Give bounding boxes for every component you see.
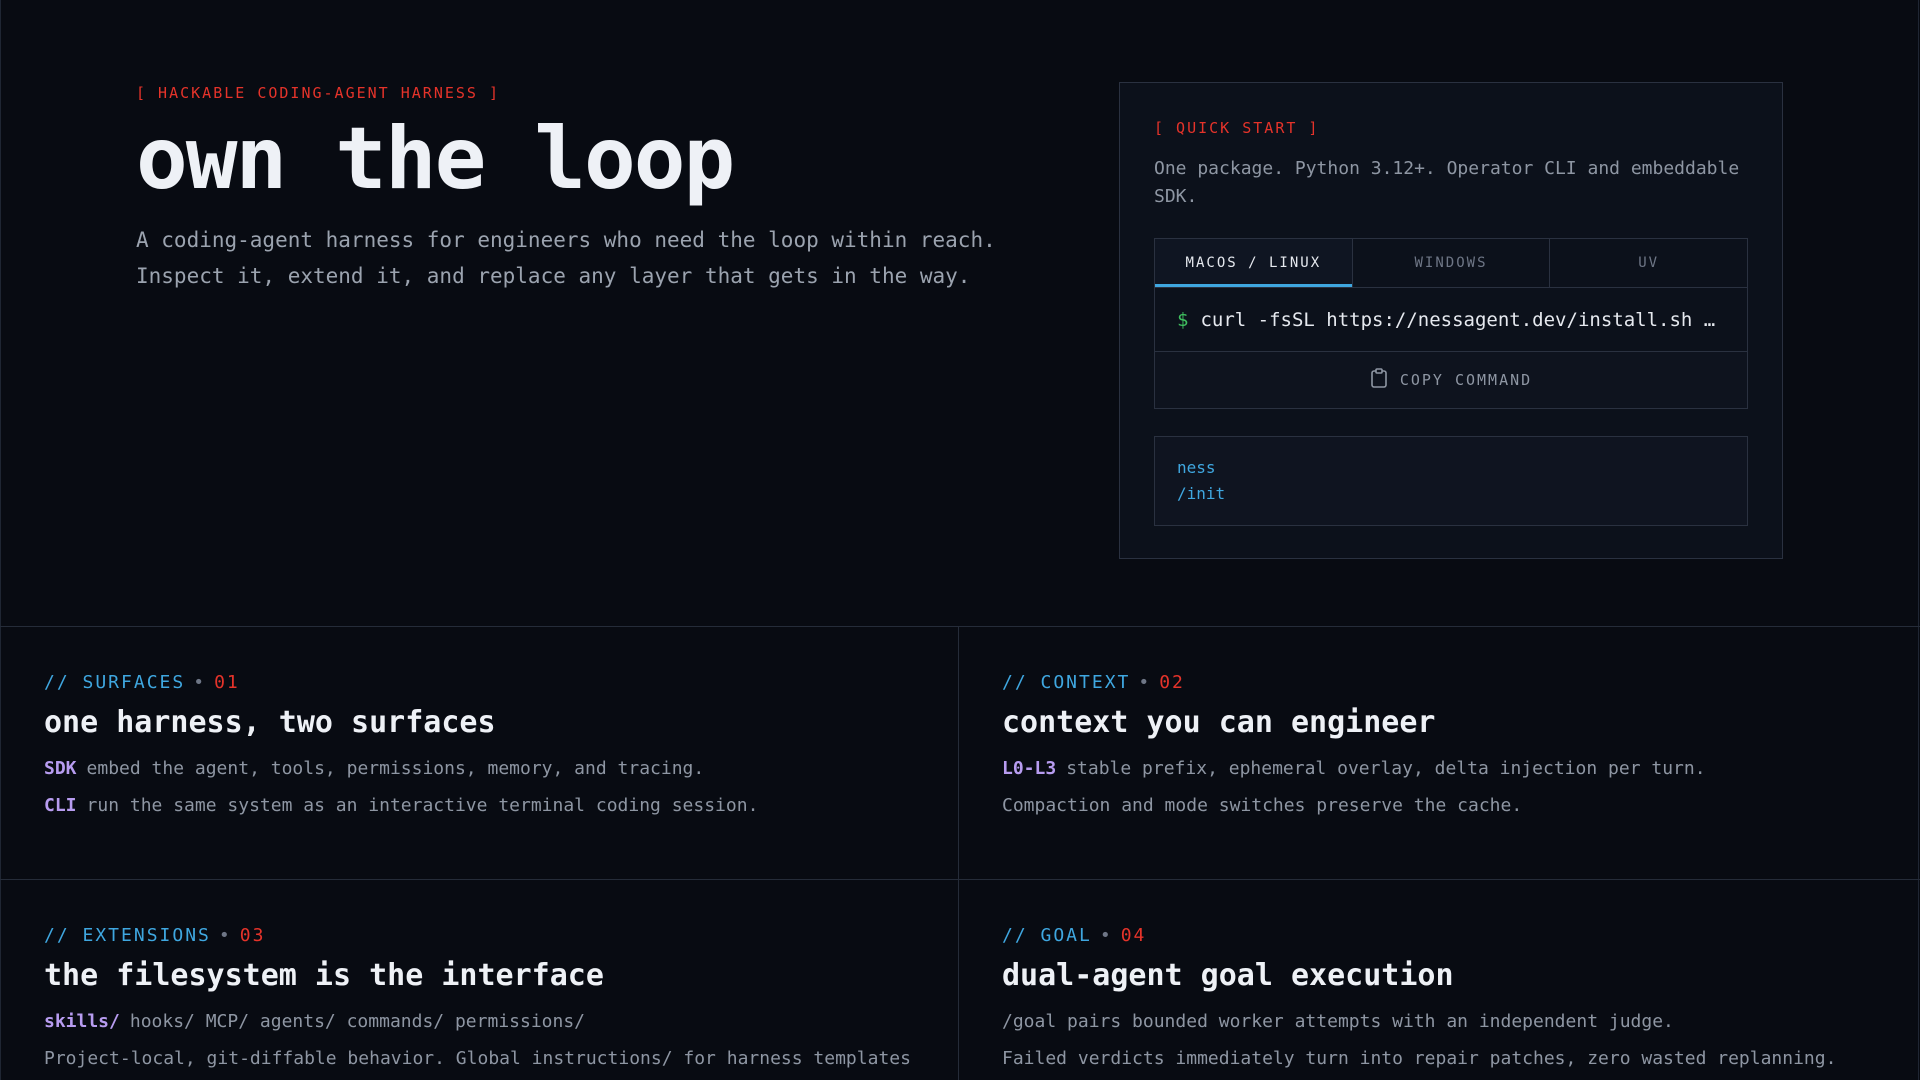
feature-title: the filesystem is the interface (44, 958, 604, 993)
tab-windows[interactable]: WINDOWS (1353, 239, 1551, 287)
feature-title: context you can engineer (1002, 705, 1436, 740)
hero-title: own the loop (136, 109, 735, 209)
feature-line: Failed verdicts immediately turn into re… (1002, 1048, 1837, 1069)
feature-line: SDK embed the agent, tools, permissions, … (44, 758, 705, 779)
feature-line: /goal pairs bounded worker attempts with… (1002, 1011, 1674, 1032)
feature-line: Project-local, git-diffable behavior. Gl… (44, 1048, 911, 1069)
feature-kicker: // GOAL • 04 (1002, 925, 1147, 946)
feature-kicker: // EXTENSIONS • 03 (44, 925, 266, 946)
code-line-1: ness (1177, 458, 1216, 477)
quick-start-tag: [ QUICK START ] (1154, 119, 1320, 137)
feature-card-extensions: // EXTENSIONS • 03 the filesystem is the i… (44, 925, 911, 1069)
shell-prompt: $ (1177, 308, 1189, 331)
install-command[interactable]: $ curl -fsSL https://nessagent.dev/insta… (1154, 288, 1748, 352)
hero-tag: [ HACKABLE CODING-AGENT HARNESS ] (136, 84, 501, 102)
platform-tabs: MACOS / LINUX WINDOWS UV (1154, 238, 1748, 288)
grid-divider-top (0, 626, 1920, 627)
quick-start-panel: [ QUICK START ] One package. Python 3.12… (1119, 82, 1783, 559)
feature-title: dual-agent goal execution (1002, 958, 1454, 993)
hero-desc-line-1: A coding-agent harness for engineers who… (136, 228, 996, 252)
grid-divider-middle (0, 879, 1920, 880)
feature-card-goal: // GOAL • 04 dual-agent goal execution /go… (1002, 925, 1836, 1069)
tab-uv[interactable]: UV (1550, 239, 1747, 287)
feature-line: CLI run the same system as an interactive… (44, 795, 759, 816)
copy-command-label: COPY COMMAND (1399, 371, 1533, 389)
copy-command-button[interactable]: COPY COMMAND (1154, 352, 1748, 409)
feature-kicker: // CONTEXT • 02 (1002, 672, 1185, 693)
feature-line: L0-L3 stable prefix, ephemeral overlay, d… (1002, 758, 1706, 779)
feature-kicker: // SURFACES • 01 (44, 672, 240, 693)
grid-divider-vertical (958, 626, 959, 1080)
init-code-block: ness /init (1154, 436, 1748, 526)
clipboard-icon (1370, 368, 1400, 392)
tab-macos-linux[interactable]: MACOS / LINUX (1155, 239, 1353, 287)
install-command-text: curl -fsSL https://nessagent.dev/install… (1200, 308, 1716, 331)
feature-title: one harness, two surfaces (44, 705, 496, 740)
hero-description: A coding-agent harness for engineers who… (136, 222, 1056, 294)
hero-desc-line-2: Inspect it, extend it, and replace any l… (136, 264, 971, 288)
feature-line: skills/hooks/ MCP/ agents/ commands/ per… (44, 1011, 586, 1032)
feature-line: Compaction and mode switches preserve th… (1002, 795, 1523, 816)
quick-start-description: One package. Python 3.12+. Operator CLI … (1154, 158, 1740, 207)
feature-card-surfaces: // SURFACES • 01 one harness, two surfaces… (44, 672, 758, 816)
feature-card-context: // CONTEXT • 02 context you can engineer L… (1002, 672, 1706, 816)
code-line-2: /init (1177, 484, 1226, 503)
